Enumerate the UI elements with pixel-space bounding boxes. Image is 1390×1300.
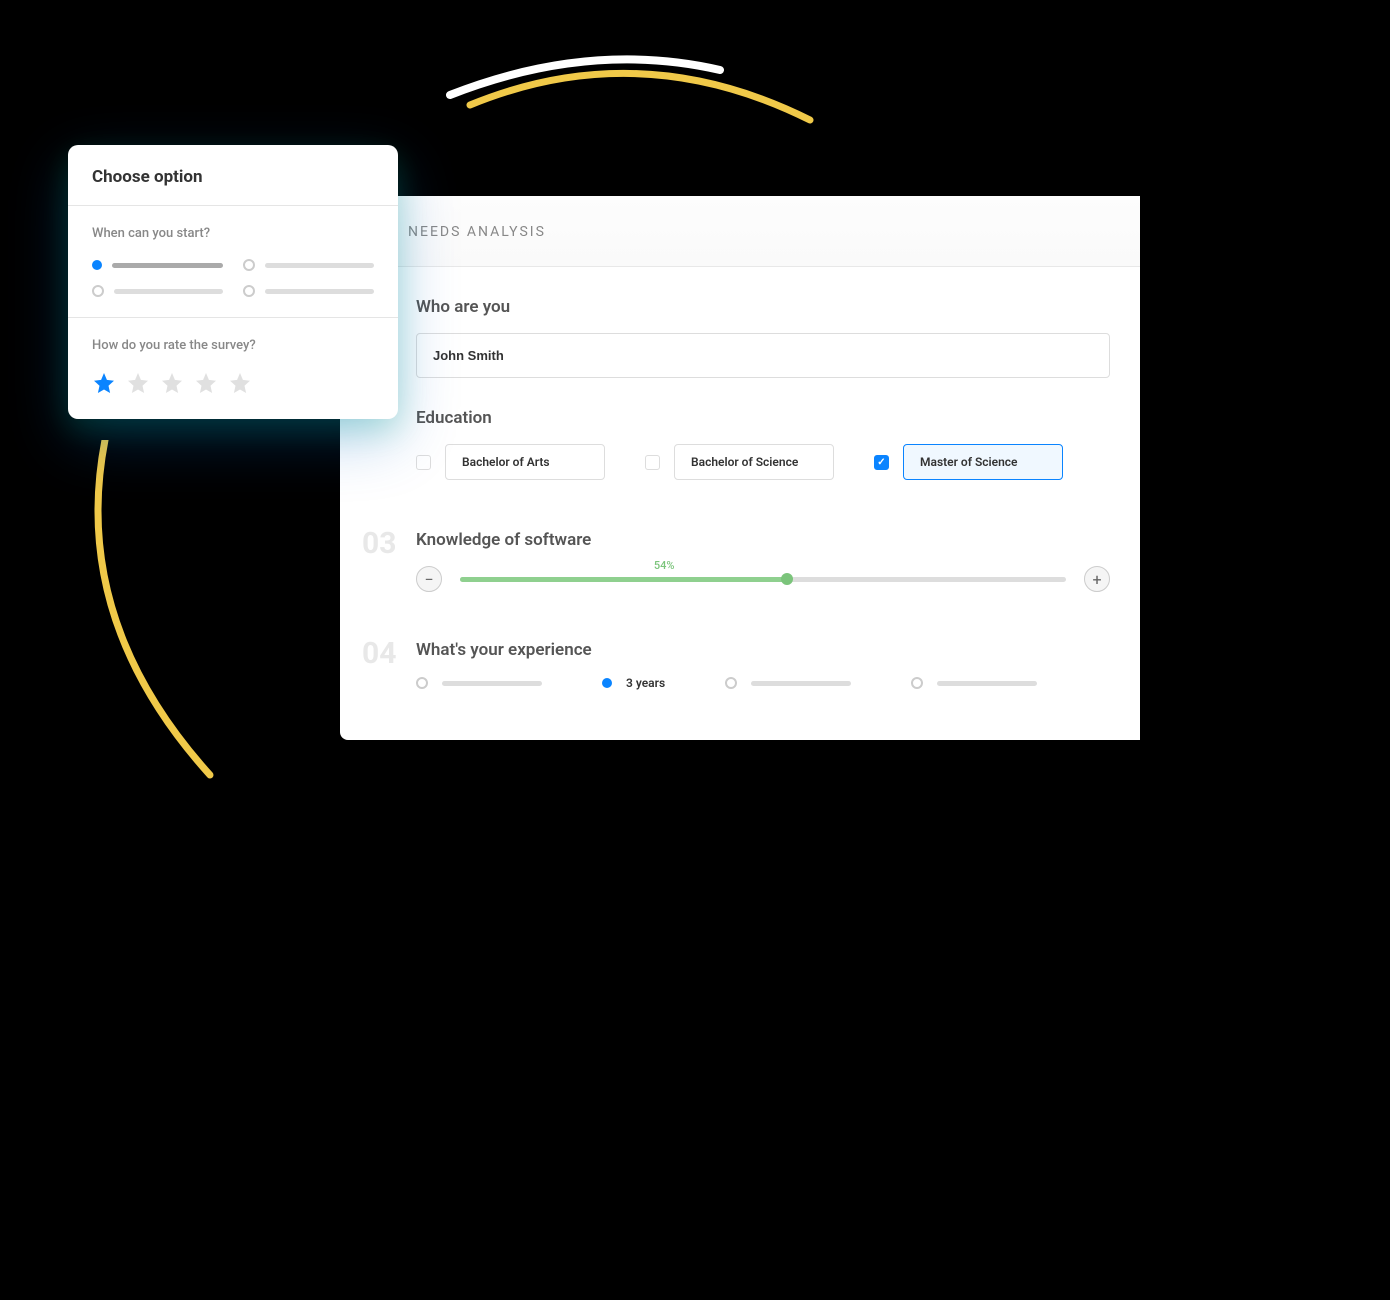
increase-button[interactable]: + [1084, 566, 1110, 592]
radio-icon[interactable] [243, 285, 255, 297]
radio-option[interactable] [92, 285, 223, 297]
experience-label: 3 years [626, 676, 665, 690]
question-rating: How do you rate the survey? [92, 338, 374, 395]
star-icon[interactable] [228, 371, 252, 395]
section-software: 03 Knowledge of software − 54% + [340, 480, 1140, 592]
panel-title: NEEDS ANALYSIS [408, 224, 1140, 240]
star-icon[interactable] [92, 371, 116, 395]
education-option[interactable]: Bachelor of Arts [416, 444, 605, 480]
decorative-curve-yellow-top [440, 50, 820, 130]
experience-options: 3 years [416, 676, 1110, 690]
slider-value-label: 54% [654, 559, 675, 572]
radio-icon[interactable] [243, 259, 255, 271]
slider-track[interactable]: 54% [460, 577, 1066, 582]
checkbox-icon[interactable] [416, 455, 431, 470]
education-label: Master of Science [903, 444, 1063, 480]
checkbox-icon[interactable] [874, 455, 889, 470]
decrease-button[interactable]: − [416, 566, 442, 592]
section-title: Education [416, 408, 1110, 428]
section-education: Education Bachelor of Arts Bachelor of S… [340, 378, 1140, 480]
option-placeholder [114, 289, 223, 294]
section-number: 03 [362, 526, 396, 561]
education-option[interactable]: Master of Science [874, 444, 1063, 480]
radio-option[interactable] [243, 285, 374, 297]
needs-analysis-panel: NEEDS ANALYSIS Who are you Education Bac… [340, 196, 1140, 740]
radio-option[interactable] [243, 259, 374, 271]
star-icon[interactable] [126, 371, 150, 395]
question-text: When can you start? [92, 226, 374, 241]
star-icon[interactable] [194, 371, 218, 395]
question-start: When can you start? [92, 226, 374, 297]
radio-icon[interactable] [92, 260, 102, 270]
education-label: Bachelor of Science [674, 444, 834, 480]
option-placeholder [265, 263, 374, 268]
section-title: Knowledge of software [416, 530, 1110, 550]
radio-icon[interactable] [725, 677, 737, 689]
radio-icon[interactable] [911, 677, 923, 689]
slider-thumb[interactable] [781, 573, 793, 585]
experience-option[interactable] [911, 677, 1037, 689]
card-body: When can you start? [68, 206, 398, 419]
radio-icon[interactable] [416, 677, 428, 689]
education-label: Bachelor of Arts [445, 444, 605, 480]
option-placeholder [265, 289, 374, 294]
section-number: 04 [362, 636, 396, 671]
star-icon[interactable] [160, 371, 184, 395]
experience-option[interactable] [416, 677, 542, 689]
question-text: How do you rate the survey? [92, 338, 374, 353]
education-option[interactable]: Bachelor of Science [645, 444, 834, 480]
name-input[interactable] [416, 333, 1110, 378]
star-rating[interactable] [92, 371, 374, 395]
radio-icon[interactable] [92, 285, 104, 297]
option-placeholder [112, 263, 223, 268]
option-placeholder [937, 681, 1037, 686]
card-title: Choose option [92, 167, 374, 187]
checkbox-icon[interactable] [645, 455, 660, 470]
experience-option[interactable] [725, 677, 851, 689]
experience-option[interactable]: 3 years [602, 676, 665, 690]
radio-option[interactable] [92, 259, 223, 271]
education-options: Bachelor of Arts Bachelor of Science Mas… [416, 444, 1110, 480]
card-header: Choose option [68, 145, 398, 206]
section-experience: 04 What's your experience 3 years [340, 592, 1140, 690]
choose-option-card: Choose option When can you start? [68, 145, 398, 419]
radio-group [92, 259, 374, 297]
slider: − 54% + [416, 566, 1110, 592]
option-placeholder [751, 681, 851, 686]
radio-icon[interactable] [602, 678, 612, 688]
section-title: Who are you [416, 297, 1110, 317]
panel-header: NEEDS ANALYSIS [340, 196, 1140, 267]
panel-body: Who are you Education Bachelor of Arts B… [340, 267, 1140, 740]
divider [68, 317, 398, 318]
decorative-curve-yellow-bottom [80, 440, 300, 780]
section-who: Who are you [340, 267, 1140, 378]
option-placeholder [442, 681, 542, 686]
section-title: What's your experience [416, 640, 1110, 660]
